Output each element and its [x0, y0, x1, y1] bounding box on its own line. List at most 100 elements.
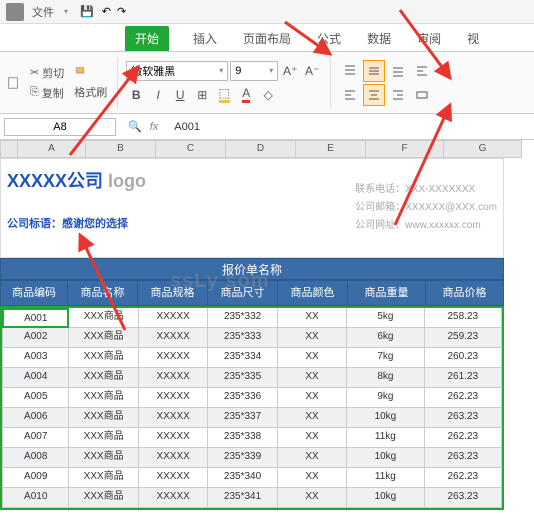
- cell[interactable]: A005: [2, 388, 69, 408]
- tab-insert[interactable]: 插入: [191, 26, 219, 51]
- undo-icon[interactable]: ↶: [102, 5, 111, 18]
- cell[interactable]: 260.23: [425, 348, 502, 368]
- table-row[interactable]: A005XXX商品XXXXX235*336XX9kg262.23: [2, 388, 502, 408]
- cell[interactable]: XX: [278, 348, 347, 368]
- tab-review[interactable]: 审阅: [415, 26, 443, 51]
- merge-button[interactable]: [411, 84, 433, 106]
- tab-formula[interactable]: 公式: [315, 26, 343, 51]
- align-center-button[interactable]: [363, 84, 385, 106]
- table-row[interactable]: A008XXX商品XXXXX235*339XX10kg263.23: [2, 448, 502, 468]
- cell[interactable]: 235*334: [208, 348, 277, 368]
- align-right-button[interactable]: [387, 84, 409, 106]
- clear-format-button[interactable]: ◇: [258, 85, 278, 105]
- cell[interactable]: XX: [278, 328, 347, 348]
- cell[interactable]: 11kg: [347, 468, 424, 488]
- cell[interactable]: XXX商品: [69, 428, 138, 448]
- app-icon[interactable]: [6, 3, 24, 21]
- select-all-corner[interactable]: [0, 140, 18, 158]
- cell[interactable]: XXX商品: [69, 408, 138, 428]
- table-row[interactable]: A010XXX商品XXXXX235*341XX10kg263.23: [2, 488, 502, 508]
- cell[interactable]: 7kg: [347, 348, 424, 368]
- cell[interactable]: 262.23: [425, 428, 502, 448]
- cell[interactable]: 263.23: [425, 488, 502, 508]
- cell[interactable]: XX: [278, 468, 347, 488]
- chevron-down-icon[interactable]: ▾: [62, 7, 70, 16]
- copy-button[interactable]: ⎘复制: [28, 84, 66, 102]
- cell[interactable]: XX: [278, 308, 347, 328]
- cell[interactable]: A002: [2, 328, 69, 348]
- font-family-combo[interactable]: 微软雅黑▾: [126, 61, 228, 81]
- cell[interactable]: 235*337: [208, 408, 277, 428]
- cell[interactable]: 235*340: [208, 468, 277, 488]
- cell[interactable]: 263.23: [425, 408, 502, 428]
- table-row[interactable]: A006XXX商品XXXXX235*337XX10kg263.23: [2, 408, 502, 428]
- cell[interactable]: XX: [278, 448, 347, 468]
- table-row[interactable]: A002XXX商品XXXXX235*333XX6kg259.23: [2, 328, 502, 348]
- cell[interactable]: 6kg: [347, 328, 424, 348]
- underline-button[interactable]: U: [170, 85, 190, 105]
- cell[interactable]: XXXXX: [139, 488, 208, 508]
- col-header-a[interactable]: A: [18, 140, 86, 158]
- cell[interactable]: XXX商品: [69, 448, 138, 468]
- font-size-combo[interactable]: 9▾: [230, 61, 278, 81]
- tab-layout[interactable]: 页面布局: [241, 26, 293, 51]
- cell[interactable]: XXXXX: [139, 468, 208, 488]
- cell[interactable]: 5kg: [347, 308, 424, 328]
- cell[interactable]: XX: [278, 428, 347, 448]
- align-top-button[interactable]: [339, 60, 361, 82]
- cell[interactable]: 262.23: [425, 468, 502, 488]
- cell[interactable]: A008: [2, 448, 69, 468]
- cell[interactable]: A010: [2, 488, 69, 508]
- redo-icon[interactable]: ↷: [117, 5, 126, 18]
- cell[interactable]: 235*341: [208, 488, 277, 508]
- table-row[interactable]: A009XXX商品XXXXX235*340XX11kg262.23: [2, 468, 502, 488]
- sheet-content[interactable]: XXXXX公司 logo 公司标语：感谢您的选择 联系电话：XXX-XXXXXX…: [0, 158, 504, 510]
- decrease-font-button[interactable]: A⁻: [302, 61, 322, 81]
- cell[interactable]: A006: [2, 408, 69, 428]
- tab-data[interactable]: 数据: [365, 26, 393, 51]
- cell[interactable]: XXXXX: [139, 368, 208, 388]
- bold-button[interactable]: B: [126, 85, 146, 105]
- table-row[interactable]: A001XXX商品XXXXX235*332XX5kg258.23: [2, 308, 502, 328]
- format-painter-button[interactable]: [72, 65, 109, 81]
- cell[interactable]: 235*338: [208, 428, 277, 448]
- tab-start[interactable]: 开始: [125, 26, 169, 51]
- cell[interactable]: XX: [278, 488, 347, 508]
- table-row[interactable]: A003XXX商品XXXXX235*334XX7kg260.23: [2, 348, 502, 368]
- paste-button[interactable]: [4, 75, 22, 91]
- cell[interactable]: 10kg: [347, 488, 424, 508]
- cell[interactable]: XXXXX: [139, 388, 208, 408]
- cell[interactable]: XXX商品: [69, 328, 138, 348]
- cell[interactable]: 258.23: [425, 308, 502, 328]
- cell[interactable]: XX: [278, 368, 347, 388]
- cell[interactable]: XXXXX: [139, 328, 208, 348]
- cell[interactable]: 235*339: [208, 448, 277, 468]
- cell[interactable]: XXXXX: [139, 408, 208, 428]
- cell[interactable]: XX: [278, 408, 347, 428]
- col-header-e[interactable]: E: [296, 140, 366, 158]
- cell[interactable]: XXXXX: [139, 348, 208, 368]
- cell[interactable]: XXX商品: [69, 348, 138, 368]
- cell[interactable]: 10kg: [347, 448, 424, 468]
- fill-color-button[interactable]: ⬚: [214, 85, 234, 105]
- cell[interactable]: 262.23: [425, 388, 502, 408]
- align-left-button[interactable]: [339, 84, 361, 106]
- cell[interactable]: XX: [278, 388, 347, 408]
- cell[interactable]: 235*336: [208, 388, 277, 408]
- table-row[interactable]: A004XXX商品XXXXX235*335XX8kg261.23: [2, 368, 502, 388]
- col-header-b[interactable]: B: [86, 140, 156, 158]
- cell[interactable]: A003: [2, 348, 69, 368]
- cell[interactable]: XXXXX: [139, 448, 208, 468]
- cell[interactable]: 235*332: [208, 308, 277, 328]
- font-color-button[interactable]: A: [236, 85, 256, 105]
- cell[interactable]: 11kg: [347, 428, 424, 448]
- col-header-f[interactable]: F: [366, 140, 444, 158]
- search-icon[interactable]: 🔍: [128, 120, 142, 133]
- cell[interactable]: 259.23: [425, 328, 502, 348]
- cell[interactable]: XXXXX: [139, 308, 208, 328]
- cell[interactable]: XXX商品: [69, 368, 138, 388]
- formula-input[interactable]: A001: [174, 121, 200, 133]
- tab-view[interactable]: 视: [465, 26, 481, 51]
- cell[interactable]: 9kg: [347, 388, 424, 408]
- file-menu[interactable]: 文件: [26, 4, 60, 20]
